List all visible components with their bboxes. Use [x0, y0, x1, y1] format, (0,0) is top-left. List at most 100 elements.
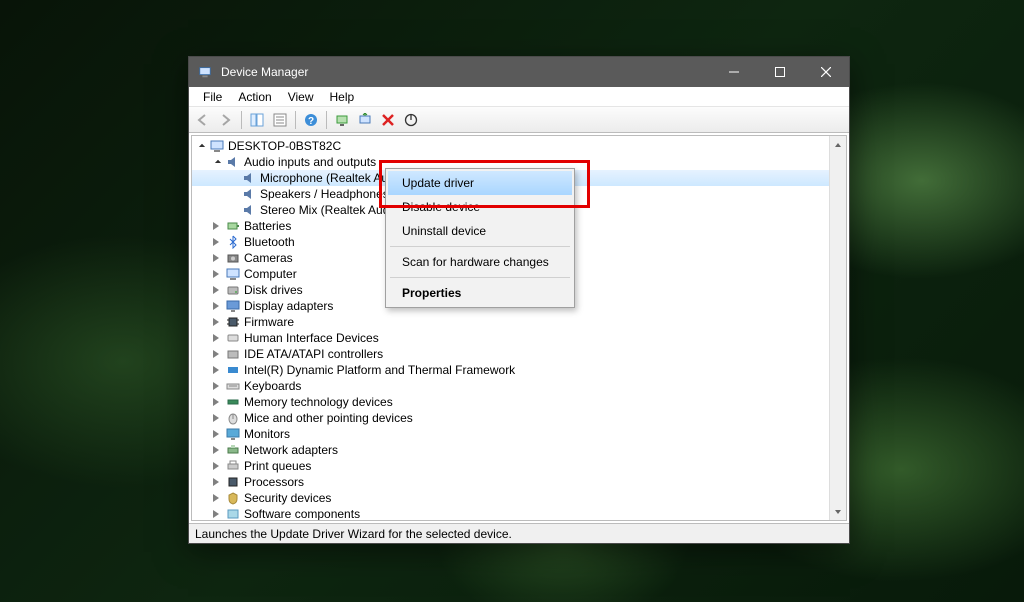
scan-hardware-button[interactable]: [332, 110, 352, 130]
tree-category-mice[interactable]: Mice and other pointing devices: [192, 410, 846, 426]
battery-icon: [225, 218, 241, 234]
expand-icon[interactable]: [212, 508, 224, 520]
scroll-up-button[interactable]: [830, 136, 846, 153]
expand-icon[interactable]: [212, 156, 224, 168]
show-hide-tree-button[interactable]: [247, 110, 267, 130]
expand-icon[interactable]: [212, 444, 224, 456]
tree-category-processors[interactable]: Processors: [192, 474, 846, 490]
context-separator: [390, 277, 570, 278]
expand-icon[interactable]: [212, 476, 224, 488]
svg-text:?: ?: [308, 116, 314, 127]
monitor-icon: [225, 426, 241, 442]
keyboard-icon: [225, 378, 241, 394]
tree-label: Keyboards: [244, 379, 301, 393]
tree-category-network[interactable]: Network adapters: [192, 442, 846, 458]
expand-icon[interactable]: [212, 252, 224, 264]
tree-category-keyboards[interactable]: Keyboards: [192, 378, 846, 394]
tree-root[interactable]: DESKTOP-0BST82C: [192, 138, 846, 154]
disable-button[interactable]: [401, 110, 421, 130]
context-scan-hardware[interactable]: Scan for hardware changes: [388, 250, 572, 274]
close-button[interactable]: [803, 57, 849, 87]
tree-category-ide[interactable]: IDE ATA/ATAPI controllers: [192, 346, 846, 362]
context-update-driver[interactable]: Update driver: [388, 171, 572, 195]
tree-category-monitors[interactable]: Monitors: [192, 426, 846, 442]
ide-icon: [225, 346, 241, 362]
hid-icon: [225, 330, 241, 346]
window-title: Device Manager: [221, 65, 711, 79]
audio-icon: [241, 170, 257, 186]
maximize-button[interactable]: [757, 57, 803, 87]
tree-category-softcomp[interactable]: Software components: [192, 506, 846, 520]
tree-label: Stereo Mix (Realtek Audio): [260, 203, 403, 217]
tree-category-printq[interactable]: Print queues: [192, 458, 846, 474]
titlebar[interactable]: Device Manager: [189, 57, 849, 87]
computer-icon: [225, 266, 241, 282]
expand-icon[interactable]: [212, 300, 224, 312]
help-button[interactable]: ?: [301, 110, 321, 130]
expand-icon[interactable]: [212, 428, 224, 440]
minimize-button[interactable]: [711, 57, 757, 87]
back-button[interactable]: [193, 110, 213, 130]
expand-icon[interactable]: [212, 220, 224, 232]
expand-icon[interactable]: [212, 380, 224, 392]
statusbar: Launches the Update Driver Wizard for th…: [189, 523, 849, 543]
menu-action[interactable]: Action: [230, 88, 279, 106]
vertical-scrollbar[interactable]: [829, 136, 846, 520]
window-controls: [711, 57, 849, 87]
update-driver-button[interactable]: [355, 110, 375, 130]
forward-button[interactable]: [216, 110, 236, 130]
menu-view[interactable]: View: [280, 88, 322, 106]
expand-icon[interactable]: [212, 236, 224, 248]
tree-category-firmware[interactable]: Firmware: [192, 314, 846, 330]
expand-icon[interactable]: [212, 348, 224, 360]
tree-label: Batteries: [244, 219, 291, 233]
tree-label: Monitors: [244, 427, 290, 441]
context-properties[interactable]: Properties: [388, 281, 572, 305]
tree-category-hid[interactable]: Human Interface Devices: [192, 330, 846, 346]
scroll-down-button[interactable]: [830, 503, 846, 520]
menu-file[interactable]: File: [195, 88, 230, 106]
tree-label: Memory technology devices: [244, 395, 393, 409]
tree-category-security[interactable]: Security devices: [192, 490, 846, 506]
menu-help[interactable]: Help: [322, 88, 363, 106]
uninstall-button[interactable]: [378, 110, 398, 130]
properties-button[interactable]: [270, 110, 290, 130]
expand-icon[interactable]: [196, 140, 208, 152]
audio-icon: [225, 154, 241, 170]
camera-icon: [225, 250, 241, 266]
disk-icon: [225, 282, 241, 298]
tree-label: Display adapters: [244, 299, 333, 313]
tree-label: DESKTOP-0BST82C: [228, 139, 341, 153]
tree-label: Bluetooth: [244, 235, 295, 249]
expand-icon[interactable]: [212, 316, 224, 328]
context-disable-device[interactable]: Disable device: [388, 195, 572, 219]
expand-icon[interactable]: [212, 364, 224, 376]
tree-label: Firmware: [244, 315, 294, 329]
tree-label: Mice and other pointing devices: [244, 411, 413, 425]
toolbar: ?: [189, 107, 849, 133]
tree-label: Computer: [244, 267, 297, 281]
expand-icon[interactable]: [212, 396, 224, 408]
security-icon: [225, 490, 241, 506]
tree-category-intel[interactable]: Intel(R) Dynamic Platform and Thermal Fr…: [192, 362, 846, 378]
expand-icon[interactable]: [212, 284, 224, 296]
tree-label: Processors: [244, 475, 304, 489]
tree-category-memtech[interactable]: Memory technology devices: [192, 394, 846, 410]
tree-label: IDE ATA/ATAPI controllers: [244, 347, 383, 361]
display-icon: [225, 298, 241, 314]
tree-label: Print queues: [244, 459, 311, 473]
toolbar-separator: [241, 111, 242, 129]
tree-label: Human Interface Devices: [244, 331, 379, 345]
expand-icon[interactable]: [212, 492, 224, 504]
expand-icon[interactable]: [212, 460, 224, 472]
expand-icon[interactable]: [212, 332, 224, 344]
audio-icon: [241, 186, 257, 202]
expand-icon[interactable]: [212, 412, 224, 424]
context-uninstall-device[interactable]: Uninstall device: [388, 219, 572, 243]
mouse-icon: [225, 410, 241, 426]
network-icon: [225, 442, 241, 458]
tree-label: Intel(R) Dynamic Platform and Thermal Fr…: [244, 363, 515, 377]
tree-label: Cameras: [244, 251, 293, 265]
expand-icon[interactable]: [212, 268, 224, 280]
tree-label: Disk drives: [244, 283, 303, 297]
